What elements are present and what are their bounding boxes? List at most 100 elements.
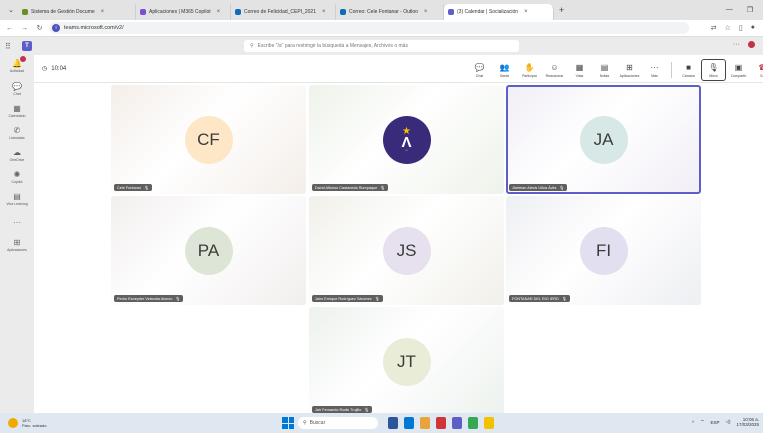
rail-item-more[interactable]: ···: [0, 217, 34, 227]
more-options-icon[interactable]: ···: [733, 41, 740, 48]
taskbar-app-icon[interactable]: [420, 417, 430, 429]
network-icon[interactable]: ⌔: [700, 419, 704, 425]
copilot-icon: ✺: [13, 169, 21, 179]
control-label: Cámara: [682, 73, 695, 78]
participant-tile[interactable]: FI FONTANAR DEL RIO IERD 🎙: [506, 196, 701, 305]
close-icon[interactable]: ×: [424, 9, 428, 15]
minimize-icon[interactable]: —: [726, 6, 733, 14]
weather-widget[interactable]: 18°C Parc. soleado: [8, 418, 46, 428]
taskbar-app-icon[interactable]: [436, 417, 446, 429]
share-icon: ▣: [734, 62, 743, 72]
people-icon: 👥: [499, 62, 510, 72]
browser-tab[interactable]: Correo de Felicidad_CEPI_2021 ×: [231, 4, 336, 20]
control-view[interactable]: ▦ Vista: [567, 59, 592, 81]
windows-logo-pane: [282, 417, 288, 423]
mic-muted-icon: 🎙: [380, 186, 386, 190]
taskbar-app-icon[interactable]: [388, 417, 398, 429]
tab-favicon-icon: [235, 9, 241, 15]
windows-taskbar: 18°C Parc. soleado ⚲ Buscar ^ ⌔ ESP ◁) 1…: [0, 413, 763, 433]
back-icon[interactable]: ←: [4, 23, 15, 34]
rail-item-onedrive[interactable]: ☁ OneDrive: [0, 147, 34, 163]
windows-logo-pane: [288, 417, 294, 423]
participant-tile[interactable]: JS Jairo Enrique Rodríguez Sánchez 🎙: [309, 196, 504, 305]
reload-icon[interactable]: ↻: [34, 23, 45, 34]
toolbar-divider: [671, 62, 672, 78]
chevron-up-icon[interactable]: ^: [692, 420, 694, 425]
taskbar-app-icon[interactable]: [468, 417, 478, 429]
new-tab-button[interactable]: +: [559, 5, 564, 15]
participant-tile[interactable]: PA Pedro Esneyder Velandia Alonso 🎙: [111, 196, 306, 305]
volume-icon[interactable]: ◁): [726, 419, 731, 425]
taskbar-app-icon[interactable]: [484, 417, 494, 429]
browser-tab[interactable]: Sistema de Gestión Docume ×: [18, 4, 136, 20]
tab-favicon-icon: [340, 9, 346, 15]
tab-actions-icon[interactable]: ⌄: [4, 3, 18, 17]
control-apps[interactable]: ⊞ Aplicaciones: [617, 59, 642, 81]
control-label: Gente: [499, 73, 510, 78]
participant-tile[interactable]: JA Jhelman Alexis Ulloa Ávila 🎙: [506, 85, 701, 194]
forward-icon[interactable]: →: [19, 23, 30, 34]
profile-avatar[interactable]: [748, 41, 755, 48]
cloud-icon: ☁: [13, 147, 21, 157]
participant-name: FONTANAR DEL RIO IERD: [512, 296, 559, 301]
participant-tile[interactable]: JT Jair Fernando Rodis Trujillo 🎙: [309, 307, 504, 416]
restore-icon[interactable]: ❐: [747, 6, 753, 14]
close-icon[interactable]: ×: [322, 9, 326, 15]
bookmark-star-icon[interactable]: ☆: [725, 24, 731, 32]
control-reaction[interactable]: ☺ Reaccionar: [542, 59, 567, 81]
profile-icon[interactable]: ●: [751, 24, 755, 32]
tab-label: (3) Calendar | Socialización: [457, 9, 519, 15]
logo-emblem-icon: ▭: [405, 149, 408, 152]
rail-item-calendario[interactable]: ▦ Calendario: [0, 103, 34, 119]
control-people[interactable]: 👥 Gente: [492, 59, 517, 81]
tab-strip: Sistema de Gestión Docume × Aplicaciones |…: [18, 0, 554, 20]
rail-item-actividad[interactable]: 🔔 Actividad: [0, 56, 34, 73]
control-more[interactable]: ··· Más: [642, 59, 667, 81]
meeting-stage: CF Cele Fontanar 🎙 ★ Λ ▭ David Alfonso Castane…: [34, 83, 763, 416]
app-launcher-icon[interactable]: ⠿: [5, 42, 15, 51]
control-camera-off[interactable]: ■ Cámara: [676, 59, 701, 81]
start-button[interactable]: [282, 417, 294, 429]
control-notes[interactable]: ▤ Notas: [592, 59, 617, 81]
taskbar-app-icon[interactable]: [452, 417, 462, 429]
control-chat[interactable]: 💬 Chat: [467, 59, 492, 81]
windows-logo-pane: [282, 423, 288, 429]
control-share[interactable]: ▣ Compartir: [726, 59, 751, 81]
rail-item-copilot[interactable]: ✺ Copilot: [0, 169, 34, 185]
participant-name: Jair Fernando Rodis Trujillo: [315, 407, 362, 412]
control-mic-off[interactable]: 🎙 Micro: [701, 59, 726, 81]
close-icon[interactable]: ×: [217, 9, 221, 15]
sun-icon: [8, 418, 18, 428]
participant-name: Cele Fontanar: [117, 185, 142, 190]
teams-header: ⠿ T ⚲ Escribe "/a" para restringir la bú…: [0, 37, 763, 55]
browser-tab[interactable]: Correo: Cele Fontanar - Outloo ×: [336, 4, 444, 20]
language-indicator[interactable]: ESP: [710, 420, 719, 425]
participant-name: Jhelman Alexis Ulloa Ávila: [512, 185, 557, 190]
translate-icon[interactable]: ⇄: [711, 24, 717, 32]
participant-avatar: JA: [579, 115, 628, 164]
close-icon[interactable]: ×: [524, 9, 528, 15]
site-info-icon[interactable]: i: [52, 24, 60, 32]
url-field[interactable]: i teams.microsoft.com/v2/: [49, 22, 689, 34]
rail-item-llamadas[interactable]: ✆ Llamadas: [0, 125, 34, 141]
participant-avatar: CF: [184, 115, 233, 164]
taskbar-clock[interactable]: 10:06 a. 17/03/2025: [736, 417, 759, 427]
taskbar-app-icon[interactable]: [404, 417, 414, 429]
rail-item-aplicaciones[interactable]: ⊞ Aplicaciones: [0, 237, 34, 253]
rail-item-chat[interactable]: 💬 Chat: [0, 81, 34, 97]
teams-logo: T: [22, 41, 32, 51]
taskbar-search[interactable]: ⚲ Buscar: [298, 417, 378, 429]
participant-tile[interactable]: CF Cele Fontanar 🎙: [111, 85, 306, 194]
sidebar-icon[interactable]: ▯: [739, 24, 743, 32]
rail-item-viva-learning[interactable]: ▤ Viva Learning: [0, 191, 34, 207]
control-label: Aplicaciones: [619, 73, 640, 78]
browser-tab[interactable]: (3) Calendar | Socialización ×: [444, 4, 554, 20]
browser-tab[interactable]: Aplicaciones | M365 Copilot ×: [136, 4, 231, 20]
participant-tile[interactable]: ★ Λ ▭ David Alfonso Castaneda Rumpaque 🎙: [309, 85, 504, 194]
control-leave[interactable]: ☎Salir: [751, 59, 763, 81]
close-icon[interactable]: ×: [101, 9, 105, 15]
rail-label: Actividad: [9, 69, 25, 73]
participant-name-tag: Jair Fernando Rodis Trujillo 🎙: [312, 406, 373, 413]
teams-search-input[interactable]: ⚲ Escribe "/a" para restringir la búsque…: [244, 40, 519, 52]
control-raise-hand[interactable]: ✋ Participar: [517, 59, 542, 81]
